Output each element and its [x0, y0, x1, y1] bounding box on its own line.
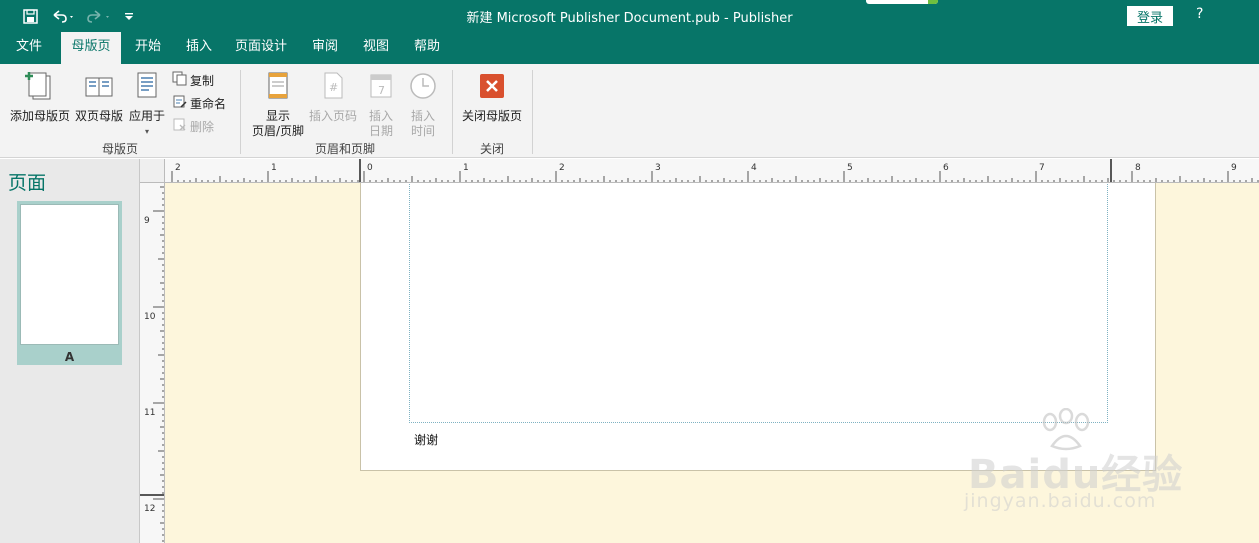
login-button[interactable]: 登录	[1127, 6, 1173, 26]
title-bar: 新建 Microsoft Publisher Document.pub - Pu…	[0, 0, 1259, 32]
margin-guide	[409, 183, 1108, 423]
ruler-label: 9	[1231, 163, 1237, 173]
tab-page-design[interactable]: 页面设计	[228, 32, 294, 64]
apply-to-button[interactable]: 应用于 ▾	[127, 70, 167, 139]
svg-text:#: #	[329, 81, 338, 94]
copy-icon	[172, 71, 187, 89]
two-page-master-icon	[73, 70, 125, 106]
apply-to-label: 应用于	[128, 109, 165, 123]
ribbon: 添加母版页 双页母版 应用于 ▾ 复制 重命名 删除 母版页 显示 页眉/页脚	[0, 64, 1259, 158]
ribbon-tabs: 文件 母版页 开始 插入 页面设计 审阅 视图 帮助	[0, 32, 1259, 64]
tab-file[interactable]: 文件	[5, 32, 53, 64]
insert-date-button[interactable]: 7 插入 日期	[362, 70, 400, 139]
horizontal-ruler[interactable]: 2 1 0 1 2 3 4 5 6 7 8 9	[165, 159, 1259, 183]
insert-page-number-label: 插入页码	[308, 109, 357, 123]
window-title: 新建 Microsoft Publisher Document.pub - Pu…	[466, 11, 793, 26]
group-divider	[240, 70, 241, 154]
ruler-label: 11	[144, 408, 155, 418]
thumbnail-label: A	[64, 350, 75, 364]
ruler-label: 1	[271, 163, 277, 173]
thumbnail-page-preview	[20, 204, 119, 345]
header-footer-icon	[248, 70, 308, 106]
clock-icon	[404, 70, 442, 106]
ruler-corner[interactable]	[140, 159, 165, 183]
show-header-footer-label-1: 显示	[265, 109, 290, 123]
tab-home[interactable]: 开始	[124, 32, 172, 64]
vertical-ruler[interactable]: 9 10 11 12	[140, 183, 165, 543]
ruler-label: 5	[847, 163, 853, 173]
header-footer-group-label: 页眉和页脚	[314, 142, 375, 156]
close-group-label: 关闭	[479, 142, 504, 156]
help-button[interactable]: ?	[1196, 6, 1203, 22]
group-divider	[452, 70, 453, 154]
insert-date-label-2: 日期	[368, 124, 393, 138]
close-master-page-button[interactable]: 关闭母版页	[458, 70, 526, 124]
tab-insert[interactable]: 插入	[175, 32, 223, 64]
insert-page-number-button[interactable]: # 插入页码	[308, 70, 358, 124]
insert-time-label-1: 插入	[410, 109, 435, 123]
tab-review[interactable]: 审阅	[301, 32, 349, 64]
ruler-label: 9	[144, 216, 150, 226]
svg-text:7: 7	[378, 84, 385, 97]
title-decoration	[866, 0, 938, 4]
two-page-master-button[interactable]: 双页母版	[73, 70, 125, 124]
two-page-master-label: 双页母版	[74, 109, 123, 123]
pages-panel: 页面 A	[0, 159, 140, 543]
add-master-page-label: 添加母版页	[9, 109, 70, 123]
baidu-watermark: Baidu经验 jingyan.baidu.com	[960, 408, 1200, 518]
show-header-footer-button[interactable]: 显示 页眉/页脚	[248, 70, 308, 139]
delete-label: 删除	[190, 119, 215, 134]
ruler-label: 1	[463, 163, 469, 173]
calendar-icon: 7	[362, 70, 400, 106]
copy-label: 复制	[190, 73, 215, 88]
delete-icon	[172, 117, 187, 135]
ruler-label: 4	[751, 163, 757, 173]
ruler-label: 8	[1135, 163, 1141, 173]
insert-time-label-2: 时间	[410, 124, 435, 138]
insert-time-button[interactable]: 插入 时间	[404, 70, 442, 139]
rename-button[interactable]: 重命名	[172, 94, 226, 112]
delete-button[interactable]: 删除	[172, 117, 214, 135]
rename-icon	[172, 94, 187, 112]
rename-label: 重命名	[190, 96, 227, 111]
apply-to-icon	[127, 70, 167, 106]
page-thumbnail[interactable]: A	[17, 201, 122, 365]
master-page-group-label: 母版页	[101, 142, 138, 156]
add-master-page-icon	[8, 70, 72, 106]
copy-button[interactable]: 复制	[172, 71, 214, 89]
tab-help[interactable]: 帮助	[403, 32, 451, 64]
insert-date-label-1: 插入	[368, 109, 393, 123]
tab-view[interactable]: 视图	[352, 32, 400, 64]
group-divider	[532, 70, 533, 154]
ruler-label: 3	[655, 163, 661, 173]
ruler-label: 12	[144, 504, 155, 514]
watermark-url: jingyan.baidu.com	[964, 490, 1157, 512]
close-master-page-label: 关闭母版页	[461, 109, 522, 123]
tab-master-page[interactable]: 母版页	[61, 32, 121, 64]
chevron-down-icon: ▾	[144, 127, 149, 136]
pages-panel-title: 页面	[8, 172, 47, 194]
ruler-label: 2	[175, 163, 181, 173]
page-number-icon: #	[308, 70, 358, 106]
ruler-label: 10	[144, 312, 156, 322]
ruler-label: 6	[943, 163, 949, 173]
ruler-label: 2	[559, 163, 565, 173]
ruler-label: 7	[1039, 163, 1045, 173]
close-icon	[458, 70, 526, 106]
footer-text[interactable]: 谢谢	[414, 431, 438, 448]
show-header-footer-label-2: 页眉/页脚	[251, 124, 305, 138]
ruler-label: 0	[367, 163, 373, 173]
add-master-page-button[interactable]: 添加母版页	[8, 70, 72, 124]
